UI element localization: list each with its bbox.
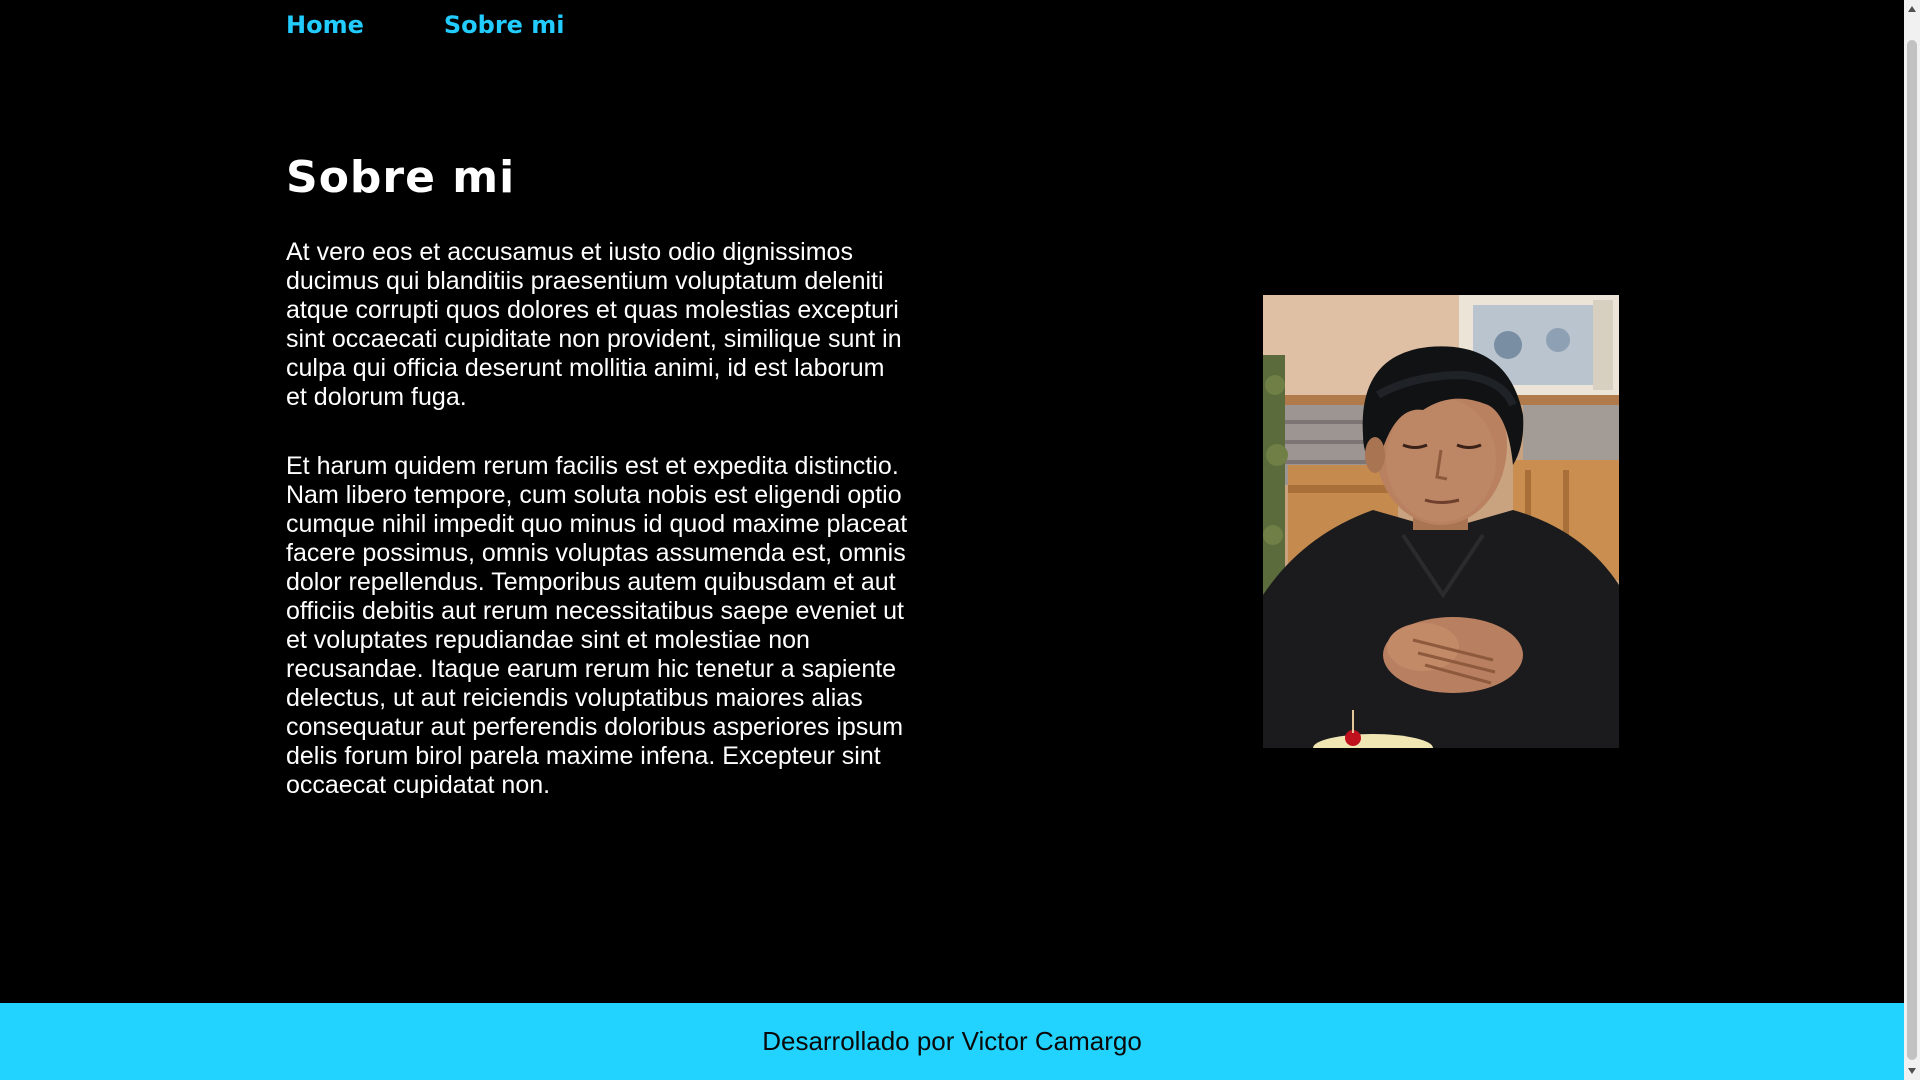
scroll-down-arrow-icon[interactable]	[1908, 1068, 1916, 1074]
scroll-up-arrow-icon[interactable]	[1908, 6, 1916, 12]
scrollbar-thumb[interactable]	[1907, 40, 1917, 1060]
page: Home Sobre mi Sobre mi At vero eos et ac…	[0, 0, 1904, 1080]
about-paragraph-2: Et harum quidem rerum facilis est et exp…	[286, 452, 908, 799]
nav-link-home[interactable]: Home	[286, 8, 364, 42]
nav-link-sobre-mi[interactable]: Sobre mi	[444, 8, 565, 42]
profile-photo	[1263, 295, 1619, 748]
footer-credit: Desarrollado por Victor Camargo	[762, 1026, 1142, 1056]
vertical-scrollbar[interactable]	[1904, 0, 1920, 1080]
about-paragraph-1: At vero eos et accusamus et iusto odio d…	[286, 238, 902, 411]
top-nav: Home Sobre mi	[286, 8, 565, 42]
footer: Desarrollado por Victor Camargo	[0, 1003, 1904, 1080]
about-text: At vero eos et accusamus et iusto odio d…	[286, 238, 911, 840]
page-title: Sobre mi	[286, 152, 516, 203]
